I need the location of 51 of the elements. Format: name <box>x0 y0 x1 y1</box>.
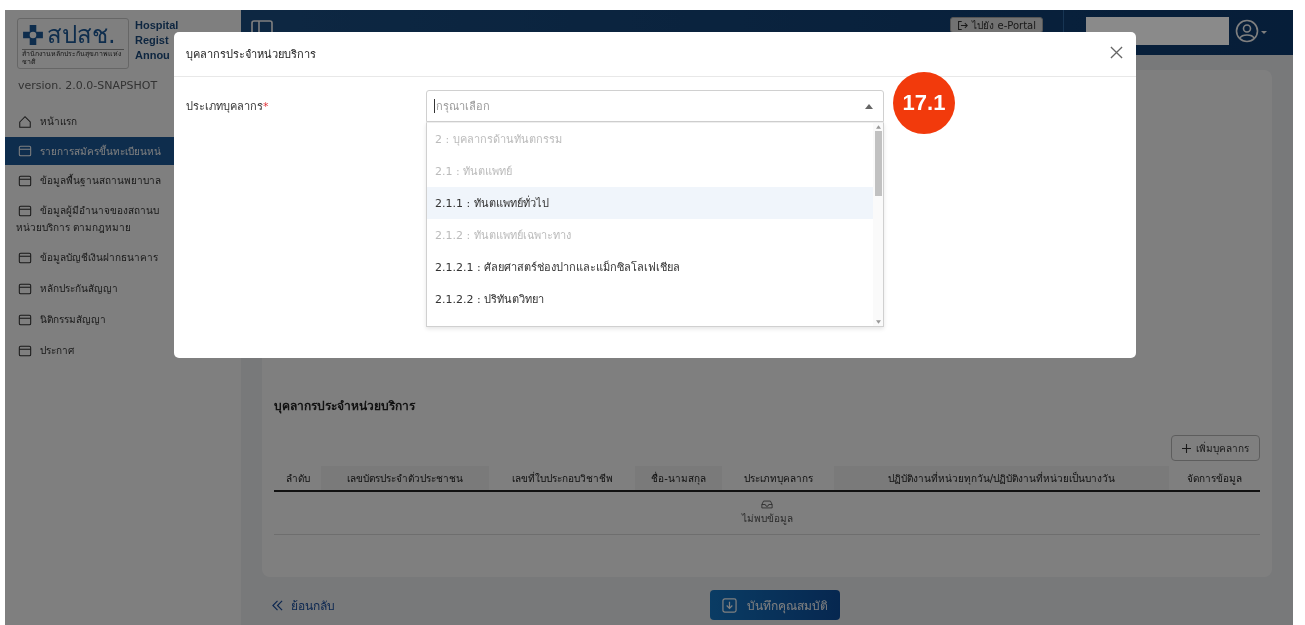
back-link[interactable]: ย้อนกลับ <box>272 595 335 615</box>
window-icon <box>18 312 32 327</box>
scroll-down-icon[interactable] <box>875 320 881 324</box>
column-header: ปฏิบัติงานที่หน่วยทุกวัน/ปฏิบัติงานที่หน่วยเป็นบางวัน <box>834 466 1169 490</box>
version-text: version. 2.0.0-SNAPSHOT <box>17 78 159 94</box>
sidebar-item[interactable]: ข้อมูลบัญชีเงินฝากธนาคาร <box>5 242 241 273</box>
column-header: ลำดับ <box>284 471 311 486</box>
window-icon <box>18 173 32 188</box>
window-icon <box>18 203 32 218</box>
column-header: ประเภทบุคลากร <box>742 471 814 487</box>
window-icon <box>18 144 32 158</box>
caret-icon <box>865 103 873 109</box>
dropdown-option[interactable]: 2.1.2.2 : ปริทันตวิทยา <box>427 283 873 315</box>
add-personnel-button[interactable]: เพิ่มบุคลากร <box>1171 435 1260 461</box>
save-button[interactable]: บันทึกคุณสมบัติ <box>710 590 840 620</box>
field-label: ประเภทบุคลากร* <box>186 99 270 115</box>
user-avatar-icon[interactable] <box>1235 19 1269 43</box>
column-header: จัดการข้อมูล <box>1186 471 1243 487</box>
column-header: เลขบัตรประจำตัวประชาชน <box>321 466 489 490</box>
column-header: ชื่อ-นามสกุล <box>635 466 722 490</box>
column-header: เลขที่ใบประกอบวิชาชีพ <box>510 470 614 486</box>
empty-message: ไม่พบข้อมูล <box>741 512 793 526</box>
exit-arrow-icon <box>957 19 969 31</box>
app-title-text: Annou <box>135 48 171 63</box>
download-box-icon <box>722 597 737 613</box>
window-icon <box>18 281 32 296</box>
section-title: บุคลากรประจำหน่วยบริการ <box>274 398 417 415</box>
cross-logo-icon <box>22 24 44 46</box>
app-title-text: Hospital <box>135 18 179 33</box>
modal-title: บุคลากรประจำหน่วยบริการ <box>186 47 316 63</box>
empty-inbox-icon <box>761 500 773 509</box>
sidebar-item[interactable]: นิติกรรมสัญญา <box>5 304 241 335</box>
close-icon[interactable] <box>1110 45 1123 59</box>
sidebar-item[interactable]: ข้อมูลพื้นฐานสถานพยาบาล <box>5 165 241 196</box>
window-icon <box>18 250 32 265</box>
dropdown-option[interactable]: 2.1.1 : ทันตแพทย์ทั่วไป <box>427 187 873 219</box>
scrollbar[interactable] <box>873 123 883 326</box>
app-title-text: Regist <box>135 33 170 48</box>
sidebar-item[interactable]: ประกาศ <box>5 335 241 366</box>
scroll-thumb[interactable] <box>874 131 882 196</box>
scroll-up-icon[interactable] <box>875 125 881 129</box>
sidebar-item[interactable]: หลักประกันสัญญา <box>5 273 241 304</box>
sidebar-item[interactable]: ข้อมูลผู้มีอำนาจของสถานบ หน่วยบริการ ตามกฎหมาย <box>5 196 241 242</box>
home-icon <box>18 114 32 129</box>
dropdown-option[interactable]: 2.1.2.1 : ศัลยศาสตร์ช่องปากและแม็กซิลโลเฟเชียล <box>427 251 873 283</box>
e-portal-button[interactable]: ไปยัง e-Portal <box>950 17 1043 33</box>
plus-icon <box>1182 443 1191 453</box>
logo-text: สปสช. <box>47 21 116 49</box>
double-chevron-icon <box>272 599 283 611</box>
window-icon <box>18 343 32 358</box>
select-field[interactable]: กรุณาเลือก <box>426 90 884 122</box>
